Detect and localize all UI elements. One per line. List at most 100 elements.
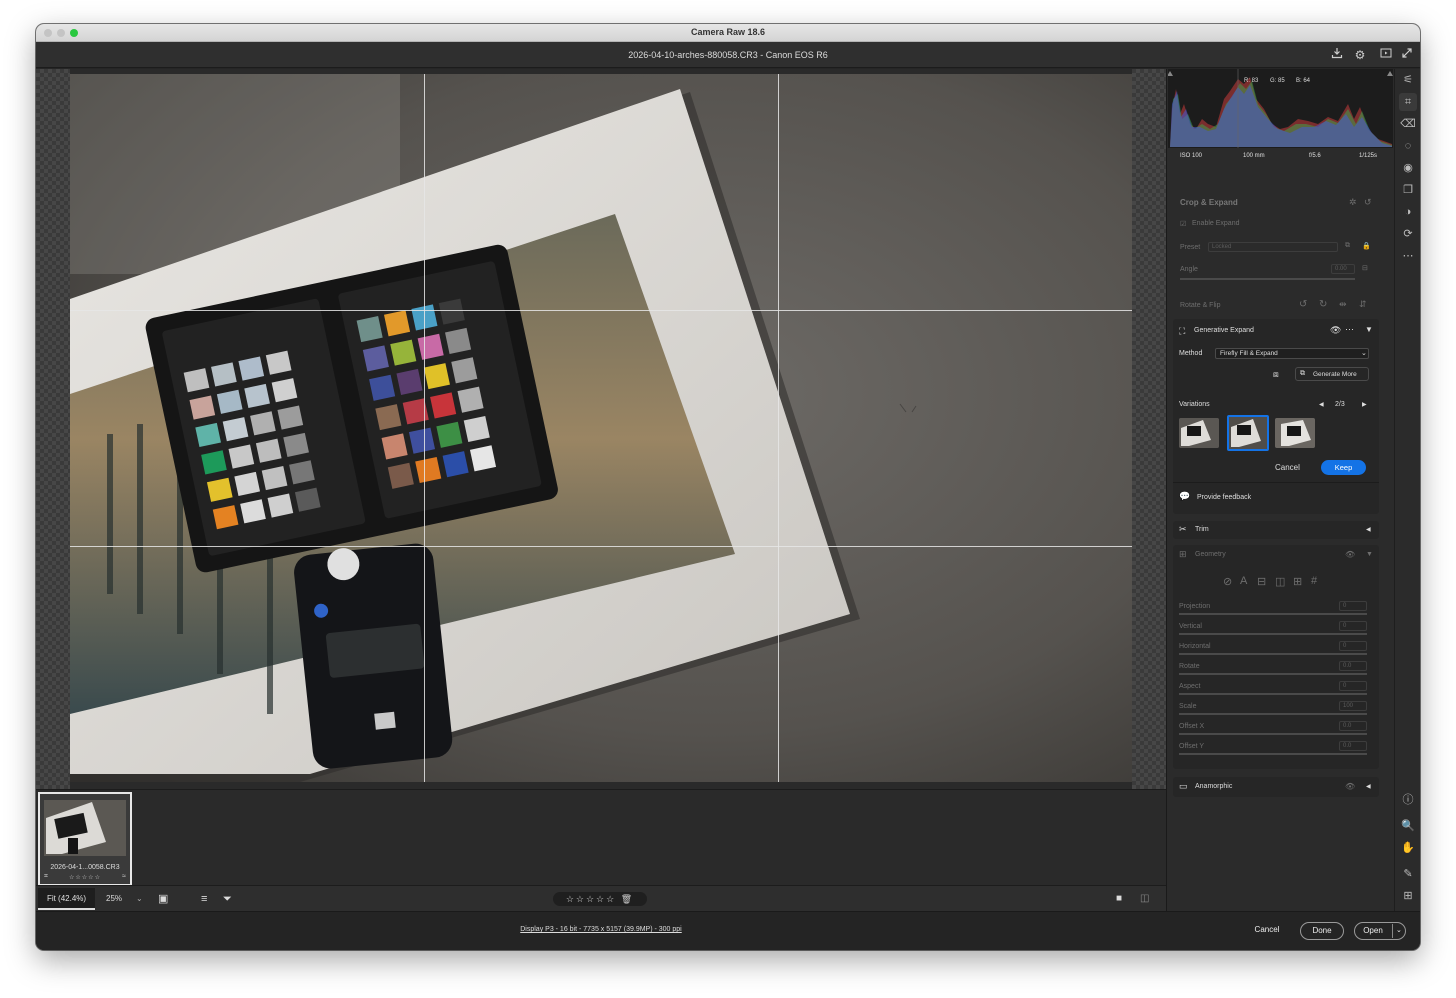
- method-chevron-down-icon[interactable]: ⌄: [1361, 349, 1367, 357]
- enable-expand-checkbox[interactable]: ☑: [1180, 220, 1186, 228]
- zoom-fit-button[interactable]: Fit (42.4%): [38, 888, 95, 910]
- snapshots-icon[interactable]: ❐: [1399, 181, 1417, 199]
- geometry-slider-value[interactable]: 0: [1339, 621, 1367, 631]
- cancel-button[interactable]: Cancel: [1244, 922, 1290, 940]
- camera-raw-window: Camera Raw 18.6 2026-04-10-arches-880058…: [36, 24, 1420, 950]
- provide-feedback-link[interactable]: Provide feedback: [1197, 494, 1251, 501]
- keep-button[interactable]: Keep: [1321, 460, 1366, 475]
- geometry-slider-track[interactable]: [1179, 693, 1367, 695]
- variation-thumbnail[interactable]: [1179, 418, 1219, 448]
- filter-icon[interactable]: ⏷: [223, 886, 232, 912]
- info-icon[interactable]: ⓘ: [1399, 791, 1417, 809]
- exif-shutter: 1/125s: [1359, 153, 1378, 159]
- geometry-slider-value[interactable]: 0: [1339, 681, 1367, 691]
- geometry-slider-track[interactable]: [1179, 753, 1367, 755]
- geometry-slider-value[interactable]: 0: [1339, 641, 1367, 651]
- gear-icon[interactable]: ⚙: [1351, 46, 1369, 64]
- red-eye-icon[interactable]: ◉: [1399, 159, 1417, 177]
- anamorphic-section[interactable]: ▭ Anamorphic 👁 ◀: [1173, 777, 1379, 797]
- upright-full-icon[interactable]: ⊞: [1293, 575, 1302, 588]
- reset-crop-icon[interactable]: ↺: [1364, 197, 1372, 208]
- remove-eraser-icon[interactable]: ⌫: [1399, 115, 1417, 133]
- rotate-left-icon[interactable]: ↺: [1299, 299, 1307, 310]
- before-after-icon[interactable]: ◫: [1140, 886, 1149, 912]
- divider: [1173, 482, 1379, 483]
- angle-slider[interactable]: [1180, 278, 1355, 280]
- upright-guided-icon[interactable]: #: [1311, 575, 1317, 587]
- geometry-slider-track[interactable]: [1179, 613, 1367, 615]
- save-image-icon[interactable]: [1328, 46, 1346, 64]
- geometry-slider-value[interactable]: 0.0: [1339, 661, 1367, 671]
- eye-icon[interactable]: 👁: [1330, 325, 1341, 336]
- next-variation-icon[interactable]: ▶: [1362, 401, 1367, 408]
- image-preview-area[interactable]: [36, 69, 1166, 789]
- grid-overlay-icon[interactable]: ⊞: [1399, 887, 1417, 905]
- geometry-slider-track[interactable]: [1179, 673, 1367, 675]
- expand-triangle-icon[interactable]: ◀: [1366, 526, 1371, 533]
- single-view-icon[interactable]: ■: [1116, 886, 1122, 912]
- geometry-slider-value[interactable]: 0.0: [1339, 741, 1367, 751]
- preset-select[interactable]: Locked: [1208, 242, 1338, 252]
- edit-sliders-icon[interactable]: ⚟: [1399, 71, 1417, 89]
- presets-icon[interactable]: ◑: [1399, 203, 1417, 221]
- sort-icon[interactable]: ≡: [201, 886, 207, 912]
- fullscreen-icon[interactable]: [1398, 46, 1416, 64]
- hand-tool-icon[interactable]: ✋: [1399, 839, 1417, 857]
- flip-horizontal-icon[interactable]: ⇹: [1339, 299, 1347, 310]
- method-select[interactable]: Firefly Fill & Expand: [1215, 348, 1369, 359]
- open-options-chevron-icon[interactable]: ⌄: [1392, 924, 1402, 938]
- flip-vertical-icon[interactable]: ⇵: [1359, 299, 1367, 310]
- upright-auto-icon[interactable]: A: [1240, 575, 1247, 587]
- upright-level-icon[interactable]: ⊟: [1257, 575, 1266, 588]
- rating-stars-text[interactable]: ☆☆☆☆☆: [566, 894, 616, 904]
- trim-section[interactable]: ✂ Trim ◀: [1173, 521, 1379, 539]
- previous-variation-icon[interactable]: ◀: [1319, 401, 1324, 408]
- geometry-collapse-icon[interactable]: ▼: [1366, 551, 1373, 558]
- trash-icon[interactable]: 🗑: [621, 894, 634, 904]
- zoom-level-select[interactable]: 25%: [106, 886, 122, 912]
- generate-more-button[interactable]: ⧉ Generate More: [1295, 367, 1369, 381]
- more-tools-icon[interactable]: ⋯: [1399, 247, 1417, 265]
- lock-icon[interactable]: 🔒: [1362, 242, 1371, 250]
- geometry-slider-value[interactable]: 0.0: [1339, 721, 1367, 731]
- zoom-tool-icon[interactable]: 🔍: [1399, 817, 1417, 835]
- app-title: Camera Raw 18.6: [690, 27, 766, 37]
- crop-grid-line: [70, 546, 1132, 547]
- auto-crop-icon[interactable]: ✲: [1349, 197, 1357, 208]
- workflow-options-link[interactable]: Display P3 - 16 bit - 7735 x 5157 (39.9M…: [36, 926, 1166, 933]
- geometry-slider-value[interactable]: 0: [1339, 601, 1367, 611]
- collapse-triangle-icon[interactable]: ▼: [1365, 325, 1373, 334]
- geometry-slider-track[interactable]: [1179, 633, 1367, 635]
- anamorphic-expand-icon[interactable]: ◀: [1366, 783, 1371, 790]
- masking-icon[interactable]: ◌: [1399, 137, 1417, 155]
- more-options-icon[interactable]: ⋯: [1345, 324, 1354, 335]
- anamorphic-eye-icon[interactable]: 👁: [1345, 782, 1355, 791]
- color-sampler-icon[interactable]: ✎: [1399, 865, 1417, 883]
- geometry-slider-track[interactable]: [1179, 653, 1367, 655]
- transparent-expand-left: [36, 69, 70, 789]
- filmstrip-view-icon[interactable]: ▣: [158, 886, 168, 912]
- upright-vertical-icon[interactable]: ◫: [1275, 575, 1285, 588]
- geometry-eye-icon[interactable]: 👁: [1345, 550, 1355, 559]
- sync-icon[interactable]: ⟳: [1399, 225, 1417, 243]
- variation-thumbnail-selected[interactable]: [1227, 415, 1269, 451]
- crop-icon[interactable]: ⌗: [1399, 93, 1417, 111]
- upright-off-icon[interactable]: ⊘: [1223, 575, 1232, 588]
- straighten-tool-icon[interactable]: ⊟: [1362, 264, 1368, 272]
- rating-stars[interactable]: ☆☆☆☆☆ 🗑: [553, 892, 647, 906]
- angle-field[interactable]: 0.00: [1331, 264, 1355, 274]
- filmstrip-thumbnail[interactable]: 2026-04-1...0058.CR3 ☆☆☆☆☆ ⌗ ≈: [38, 792, 132, 886]
- geometry-slider-track[interactable]: [1179, 713, 1367, 715]
- histogram: R: 83 G: 85 B: 64: [1167, 69, 1393, 148]
- cancel-variation-button[interactable]: Cancel: [1275, 463, 1300, 472]
- toggle-filmstrip-icon[interactable]: [1377, 46, 1395, 64]
- geometry-slider-value[interactable]: 100: [1339, 701, 1367, 711]
- compare-icon[interactable]: ⧈: [1273, 369, 1279, 380]
- variation-thumbnail[interactable]: [1275, 418, 1315, 448]
- thumbnail-rating[interactable]: ☆☆☆☆☆: [40, 874, 130, 881]
- rotate-right-icon[interactable]: ↻: [1319, 299, 1327, 310]
- geometry-slider-track[interactable]: [1179, 733, 1367, 735]
- zoom-chevron-down-icon[interactable]: ⌄: [136, 886, 143, 912]
- swap-aspect-icon[interactable]: ⧉: [1345, 242, 1350, 250]
- done-button[interactable]: Done: [1300, 922, 1344, 940]
